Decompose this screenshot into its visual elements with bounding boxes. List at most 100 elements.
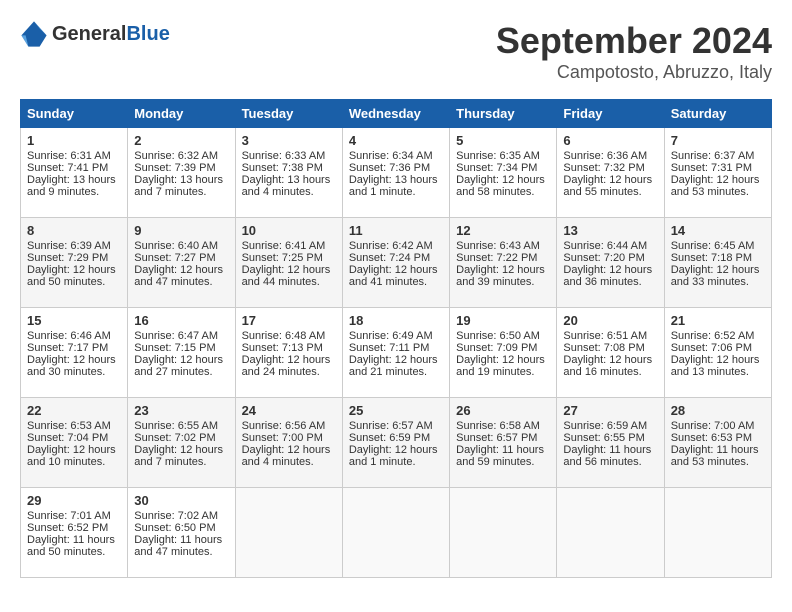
table-row xyxy=(664,488,771,578)
sunrise-text: Sunrise: 6:35 AM xyxy=(456,150,550,162)
daylight-text: Daylight: 12 hours and 30 minutes. xyxy=(27,354,121,378)
daylight-text: Daylight: 11 hours and 50 minutes. xyxy=(27,534,121,558)
sunset-text: Sunset: 7:34 PM xyxy=(456,162,550,174)
day-number: 21 xyxy=(671,313,765,328)
table-row xyxy=(450,488,557,578)
day-number: 18 xyxy=(349,313,443,328)
sunrise-text: Sunrise: 6:58 AM xyxy=(456,420,550,432)
table-row: 22Sunrise: 6:53 AMSunset: 7:04 PMDayligh… xyxy=(21,398,128,488)
sunset-text: Sunset: 6:57 PM xyxy=(456,432,550,444)
sunset-text: Sunset: 7:36 PM xyxy=(349,162,443,174)
day-number: 19 xyxy=(456,313,550,328)
sunset-text: Sunset: 7:38 PM xyxy=(242,162,336,174)
daylight-text: Daylight: 12 hours and 36 minutes. xyxy=(563,264,657,288)
calendar-body: 1Sunrise: 6:31 AMSunset: 7:41 PMDaylight… xyxy=(21,128,772,578)
calendar-week-row: 15Sunrise: 6:46 AMSunset: 7:17 PMDayligh… xyxy=(21,308,772,398)
table-row: 26Sunrise: 6:58 AMSunset: 6:57 PMDayligh… xyxy=(450,398,557,488)
daylight-text: Daylight: 12 hours and 13 minutes. xyxy=(671,354,765,378)
daylight-text: Daylight: 12 hours and 16 minutes. xyxy=(563,354,657,378)
table-row: 6Sunrise: 6:36 AMSunset: 7:32 PMDaylight… xyxy=(557,128,664,218)
sunset-text: Sunset: 6:59 PM xyxy=(349,432,443,444)
table-row: 4Sunrise: 6:34 AMSunset: 7:36 PMDaylight… xyxy=(342,128,449,218)
sunset-text: Sunset: 7:39 PM xyxy=(134,162,228,174)
sunrise-text: Sunrise: 6:51 AM xyxy=(563,330,657,342)
daylight-text: Daylight: 11 hours and 53 minutes. xyxy=(671,444,765,468)
logo: GeneralBlue xyxy=(20,20,170,48)
day-number: 23 xyxy=(134,403,228,418)
daylight-text: Daylight: 12 hours and 39 minutes. xyxy=(456,264,550,288)
col-tuesday: Tuesday xyxy=(235,100,342,128)
sunrise-text: Sunrise: 6:55 AM xyxy=(134,420,228,432)
sunset-text: Sunset: 7:09 PM xyxy=(456,342,550,354)
daylight-text: Daylight: 12 hours and 41 minutes. xyxy=(349,264,443,288)
day-number: 14 xyxy=(671,223,765,238)
table-row xyxy=(557,488,664,578)
sunrise-text: Sunrise: 6:39 AM xyxy=(27,240,121,252)
day-number: 10 xyxy=(242,223,336,238)
sunset-text: Sunset: 7:13 PM xyxy=(242,342,336,354)
calendar-table: Sunday Monday Tuesday Wednesday Thursday… xyxy=(20,99,772,578)
sunrise-text: Sunrise: 7:02 AM xyxy=(134,510,228,522)
daylight-text: Daylight: 12 hours and 58 minutes. xyxy=(456,174,550,198)
daylight-text: Daylight: 12 hours and 53 minutes. xyxy=(671,174,765,198)
table-row: 27Sunrise: 6:59 AMSunset: 6:55 PMDayligh… xyxy=(557,398,664,488)
col-thursday: Thursday xyxy=(450,100,557,128)
daylight-text: Daylight: 12 hours and 7 minutes. xyxy=(134,444,228,468)
sunset-text: Sunset: 6:50 PM xyxy=(134,522,228,534)
day-number: 22 xyxy=(27,403,121,418)
day-number: 27 xyxy=(563,403,657,418)
day-number: 13 xyxy=(563,223,657,238)
table-row: 16Sunrise: 6:47 AMSunset: 7:15 PMDayligh… xyxy=(128,308,235,398)
table-row: 2Sunrise: 6:32 AMSunset: 7:39 PMDaylight… xyxy=(128,128,235,218)
daylight-text: Daylight: 12 hours and 1 minute. xyxy=(349,444,443,468)
table-row: 24Sunrise: 6:56 AMSunset: 7:00 PMDayligh… xyxy=(235,398,342,488)
logo-general: General xyxy=(52,23,126,45)
location-title: Campotosto, Abruzzo, Italy xyxy=(496,62,772,83)
day-number: 11 xyxy=(349,223,443,238)
table-row: 10Sunrise: 6:41 AMSunset: 7:25 PMDayligh… xyxy=(235,218,342,308)
sunset-text: Sunset: 7:15 PM xyxy=(134,342,228,354)
day-number: 16 xyxy=(134,313,228,328)
sunset-text: Sunset: 7:04 PM xyxy=(27,432,121,444)
sunrise-text: Sunrise: 6:45 AM xyxy=(671,240,765,252)
table-row: 7Sunrise: 6:37 AMSunset: 7:31 PMDaylight… xyxy=(664,128,771,218)
table-row: 23Sunrise: 6:55 AMSunset: 7:02 PMDayligh… xyxy=(128,398,235,488)
sunrise-text: Sunrise: 6:42 AM xyxy=(349,240,443,252)
daylight-text: Daylight: 12 hours and 47 minutes. xyxy=(134,264,228,288)
table-row: 1Sunrise: 6:31 AMSunset: 7:41 PMDaylight… xyxy=(21,128,128,218)
sunset-text: Sunset: 7:18 PM xyxy=(671,252,765,264)
day-number: 28 xyxy=(671,403,765,418)
daylight-text: Daylight: 12 hours and 44 minutes. xyxy=(242,264,336,288)
table-row: 8Sunrise: 6:39 AMSunset: 7:29 PMDaylight… xyxy=(21,218,128,308)
day-number: 5 xyxy=(456,133,550,148)
sunrise-text: Sunrise: 6:47 AM xyxy=(134,330,228,342)
day-number: 4 xyxy=(349,133,443,148)
calendar-week-row: 8Sunrise: 6:39 AMSunset: 7:29 PMDaylight… xyxy=(21,218,772,308)
logo-icon xyxy=(20,20,48,48)
daylight-text: Daylight: 12 hours and 24 minutes. xyxy=(242,354,336,378)
sunset-text: Sunset: 7:20 PM xyxy=(563,252,657,264)
daylight-text: Daylight: 12 hours and 21 minutes. xyxy=(349,354,443,378)
sunrise-text: Sunrise: 6:40 AM xyxy=(134,240,228,252)
sunrise-text: Sunrise: 6:53 AM xyxy=(27,420,121,432)
sunrise-text: Sunrise: 6:49 AM xyxy=(349,330,443,342)
col-monday: Monday xyxy=(128,100,235,128)
sunrise-text: Sunrise: 6:37 AM xyxy=(671,150,765,162)
sunset-text: Sunset: 6:55 PM xyxy=(563,432,657,444)
daylight-text: Daylight: 12 hours and 55 minutes. xyxy=(563,174,657,198)
sunset-text: Sunset: 6:53 PM xyxy=(671,432,765,444)
daylight-text: Daylight: 12 hours and 4 minutes. xyxy=(242,444,336,468)
sunset-text: Sunset: 7:00 PM xyxy=(242,432,336,444)
table-row: 25Sunrise: 6:57 AMSunset: 6:59 PMDayligh… xyxy=(342,398,449,488)
table-row: 18Sunrise: 6:49 AMSunset: 7:11 PMDayligh… xyxy=(342,308,449,398)
table-row: 20Sunrise: 6:51 AMSunset: 7:08 PMDayligh… xyxy=(557,308,664,398)
day-number: 20 xyxy=(563,313,657,328)
logo-blue: Blue xyxy=(126,23,169,45)
table-row: 19Sunrise: 6:50 AMSunset: 7:09 PMDayligh… xyxy=(450,308,557,398)
table-row: 30Sunrise: 7:02 AMSunset: 6:50 PMDayligh… xyxy=(128,488,235,578)
table-row: 3Sunrise: 6:33 AMSunset: 7:38 PMDaylight… xyxy=(235,128,342,218)
table-row: 21Sunrise: 6:52 AMSunset: 7:06 PMDayligh… xyxy=(664,308,771,398)
daylight-text: Daylight: 13 hours and 9 minutes. xyxy=(27,174,121,198)
sunrise-text: Sunrise: 6:41 AM xyxy=(242,240,336,252)
sunrise-text: Sunrise: 6:36 AM xyxy=(563,150,657,162)
